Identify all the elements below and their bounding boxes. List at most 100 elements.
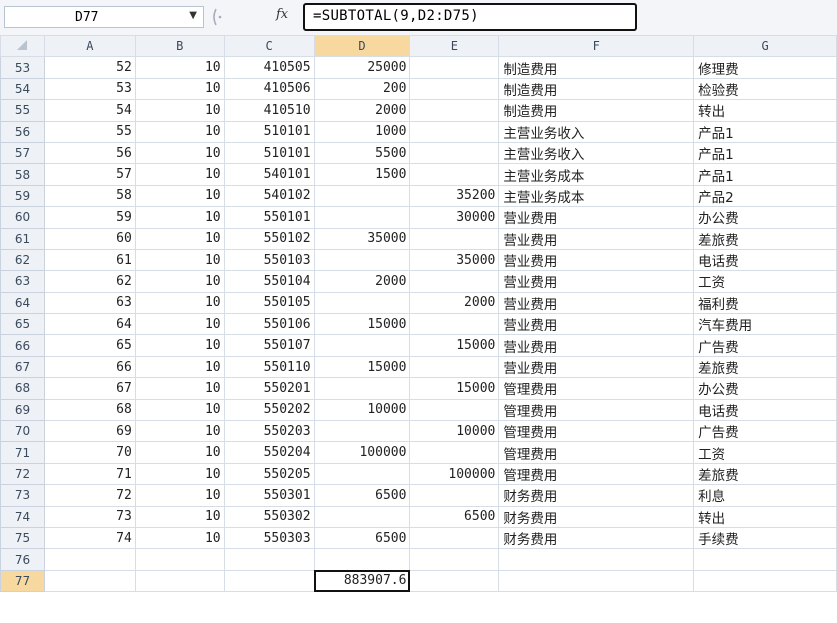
cell-b[interactable]: 10 [134,184,225,208]
cell-a[interactable]: 54 [43,99,136,122]
cell-e[interactable]: 15000 [409,334,500,357]
cell-a[interactable]: 66 [43,355,136,379]
cell-d[interactable]: 25000 [313,56,411,79]
cell-c[interactable]: 550205 [223,462,315,486]
cell-a[interactable]: 70 [43,441,136,464]
cell-a[interactable]: 63 [43,291,136,315]
column-header-c[interactable]: C [223,34,315,58]
cell-f[interactable]: 营业费用 [498,355,695,379]
row-header[interactable]: 67 [0,355,45,379]
cell-c[interactable]: 550110 [223,355,315,379]
row-header[interactable]: 61 [0,227,45,250]
cell-f[interactable]: 管理费用 [498,441,695,464]
cell-c[interactable]: 550106 [223,313,315,336]
row-header[interactable]: 53 [0,56,45,79]
cell-a[interactable]: 53 [43,77,136,101]
cell-e[interactable]: 6500 [409,505,500,528]
cell-b[interactable]: 10 [134,270,225,293]
cell-b[interactable] [134,548,225,571]
cell-a[interactable]: 59 [43,206,136,229]
cell-b[interactable]: 10 [134,141,225,165]
cell-b[interactable]: 10 [134,334,225,357]
cell-f[interactable]: 主营业务收入 [498,120,695,143]
cell-g[interactable]: 产品2 [693,184,837,208]
column-header-g[interactable]: G [693,34,837,58]
cell-f[interactable]: 财务费用 [498,526,695,550]
cell-b[interactable]: 10 [134,291,225,315]
cell-f[interactable]: 管理费用 [498,398,695,422]
cell-c[interactable]: 540102 [223,184,315,208]
cell-d[interactable] [313,206,411,229]
cell-e[interactable] [409,526,500,550]
cell-g[interactable]: 转出 [693,505,837,528]
cell-c[interactable]: 550105 [223,291,315,315]
cell-b[interactable]: 10 [134,248,225,272]
cell-e[interactable] [409,56,500,79]
cell-a[interactable]: 68 [43,398,136,422]
cell-g[interactable]: 广告费 [693,420,837,443]
row-header[interactable]: 63 [0,270,45,293]
cell-c[interactable]: 540101 [223,163,315,186]
cell-g[interactable]: 产品1 [693,163,837,186]
cell-d[interactable] [313,462,411,486]
row-header[interactable]: 68 [0,377,45,400]
cell-b[interactable]: 10 [134,505,225,528]
cell-b[interactable]: 10 [134,77,225,101]
column-header-d[interactable]: D [313,34,411,58]
cell-b[interactable]: 10 [134,206,225,229]
cell-g[interactable]: 差旅费 [693,462,837,486]
cell-b[interactable]: 10 [134,441,225,464]
cell-c[interactable]: 550301 [223,484,315,507]
cell-c[interactable]: 550103 [223,248,315,272]
cell-d[interactable]: 6500 [313,484,411,507]
row-header[interactable]: 55 [0,99,45,122]
cell-d[interactable]: 883907.6 [313,569,411,593]
cell-g[interactable]: 修理费 [693,56,837,79]
cell-c[interactable]: 510101 [223,120,315,143]
cell-f[interactable]: 管理费用 [498,420,695,443]
cell-b[interactable] [134,569,225,593]
cell-d[interactable]: 100000 [313,441,411,464]
cell-a[interactable]: 60 [43,227,136,250]
cell-b[interactable]: 10 [134,462,225,486]
cell-b[interactable]: 10 [134,377,225,400]
cell-f[interactable]: 营业费用 [498,291,695,315]
row-header[interactable]: 60 [0,206,45,229]
cell-d[interactable]: 15000 [313,355,411,379]
formula-input[interactable]: =SUBTOTAL(9,D2:D75) [303,3,637,31]
cell-b[interactable]: 10 [134,227,225,250]
cell-g[interactable]: 办公费 [693,377,837,400]
cell-g[interactable]: 转出 [693,99,837,122]
cell-e[interactable]: 30000 [409,206,500,229]
cell-a[interactable]: 69 [43,420,136,443]
cell-e[interactable]: 15000 [409,377,500,400]
cell-c[interactable]: 550201 [223,377,315,400]
cell-e[interactable] [409,227,500,250]
cell-c[interactable]: 550202 [223,398,315,422]
cell-f[interactable]: 制造费用 [498,99,695,122]
cell-g[interactable]: 检验费 [693,77,837,101]
column-header-b[interactable]: B [134,34,225,58]
cell-e[interactable]: 2000 [409,291,500,315]
cell-e[interactable] [409,99,500,122]
row-header[interactable]: 76 [0,548,45,571]
cell-d[interactable]: 5500 [313,141,411,165]
row-header[interactable]: 72 [0,462,45,486]
cell-f[interactable] [498,548,695,571]
cell-d[interactable]: 200 [313,77,411,101]
row-header[interactable]: 54 [0,77,45,101]
column-header-f[interactable]: F [498,34,695,58]
row-header[interactable]: 58 [0,163,45,186]
cell-f[interactable]: 营业费用 [498,206,695,229]
cell-f[interactable] [498,569,695,593]
cell-f[interactable]: 财务费用 [498,484,695,507]
cell-e[interactable] [409,141,500,165]
cell-e[interactable]: 35000 [409,248,500,272]
cell-c[interactable]: 550303 [223,526,315,550]
cell-e[interactable] [409,484,500,507]
cell-b[interactable]: 10 [134,420,225,443]
cell-f[interactable]: 营业费用 [498,334,695,357]
cell-a[interactable]: 74 [43,526,136,550]
cell-d[interactable]: 2000 [313,99,411,122]
row-header[interactable]: 77 [0,569,45,593]
